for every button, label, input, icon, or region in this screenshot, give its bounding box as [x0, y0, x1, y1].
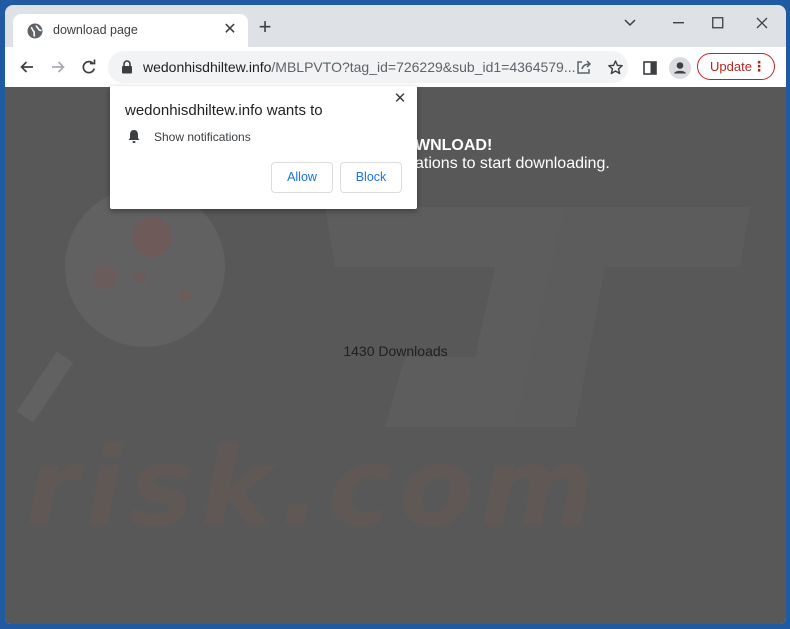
page-headline: WNLOAD!	[415, 137, 493, 154]
maximize-button[interactable]	[700, 9, 736, 37]
download-count: 1430 Downloads	[343, 343, 448, 359]
page-subtext: ations to start downloading.	[415, 155, 610, 172]
popup-close-button[interactable]: ✕	[391, 90, 409, 108]
maximize-icon	[712, 17, 724, 29]
url-text[interactable]: wedonhisdhiltew.info/MBLPVTO?tag_id=7262…	[143, 59, 576, 75]
arrow-left-icon	[20, 61, 33, 73]
new-tab-button[interactable]: +	[255, 16, 275, 38]
forward-button[interactable]	[46, 55, 70, 79]
profile-icon	[669, 57, 691, 79]
arrow-right-icon	[52, 61, 65, 73]
update-button[interactable]: Update ⋮	[697, 53, 775, 80]
tab-download-page[interactable]: download page ✕	[13, 14, 248, 47]
tab-strip: download page ✕ +	[5, 5, 786, 47]
permission-text: Show notifications	[154, 130, 251, 144]
browser-toolbar: wedonhisdhiltew.info/MBLPVTO?tag_id=7262…	[5, 47, 786, 87]
side-panel-icon	[643, 61, 657, 75]
reload-icon	[82, 59, 96, 74]
block-button[interactable]: Block	[340, 162, 402, 193]
close-icon	[756, 17, 768, 29]
update-label: Update	[710, 59, 752, 74]
menu-icon[interactable]: ⋮	[752, 54, 766, 79]
back-button[interactable]	[15, 55, 39, 79]
bookmark-button[interactable]	[605, 57, 625, 77]
popup-title: wedonhisdhiltew.info wants to	[125, 102, 323, 119]
url-host: wedonhisdhiltew.info	[143, 59, 272, 75]
notification-permission-popup: ✕ wedonhisdhiltew.info wants to Show not…	[110, 86, 417, 209]
window-close-button[interactable]	[744, 9, 780, 37]
reload-button[interactable]	[77, 55, 101, 79]
allow-button[interactable]: Allow	[271, 162, 333, 193]
address-bar[interactable]: wedonhisdhiltew.info/MBLPVTO?tag_id=7262…	[108, 51, 628, 83]
bell-icon	[127, 129, 141, 144]
tab-close-button[interactable]: ✕	[220, 20, 240, 40]
tab-search-button[interactable]	[612, 9, 648, 37]
chevron-down-icon	[624, 19, 636, 27]
star-icon	[607, 59, 623, 74]
side-panel-button[interactable]	[639, 57, 661, 79]
globe-icon	[27, 23, 43, 39]
minimize-icon	[673, 22, 684, 24]
minimize-button[interactable]	[661, 9, 697, 37]
share-button[interactable]	[574, 57, 594, 77]
profile-button[interactable]	[669, 57, 691, 79]
share-icon	[577, 60, 592, 74]
tab-title: download page	[53, 23, 138, 37]
url-path: /MBLPVTO?tag_id=726229&sub_id1=4364579..…	[271, 59, 576, 75]
svg-text:risk.com: risk.com	[25, 423, 601, 551]
lock-icon[interactable]	[121, 60, 133, 74]
